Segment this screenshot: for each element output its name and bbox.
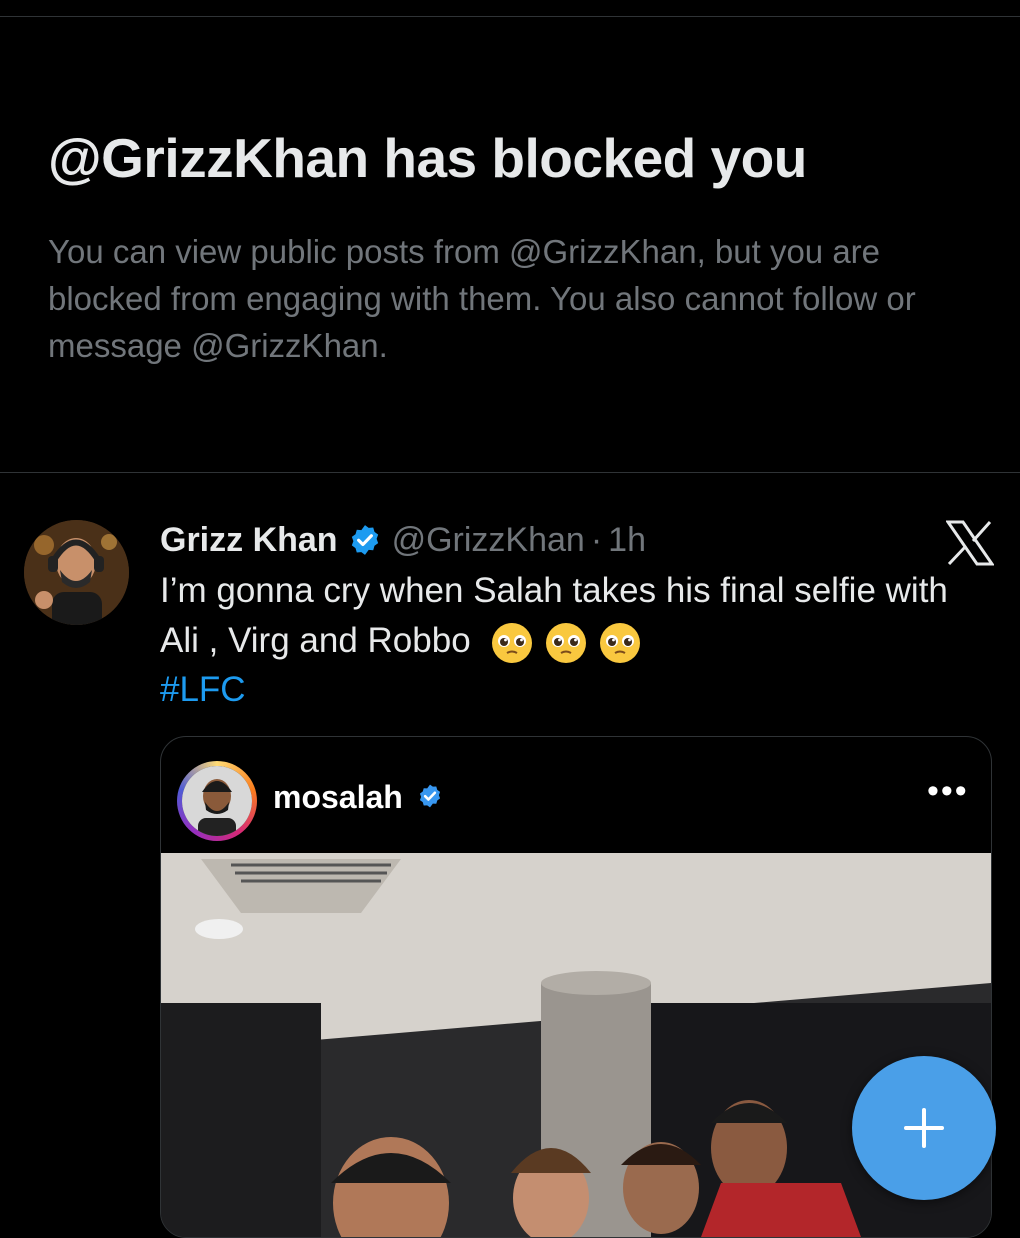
compose-button[interactable] — [852, 1056, 996, 1200]
top-divider — [0, 16, 1020, 17]
author-handle[interactable]: @GrizzKhan — [392, 521, 585, 560]
avatar-illustration — [24, 520, 129, 625]
ig-username[interactable]: mosalah — [273, 779, 403, 816]
block-description: You can view public posts from @GrizzKha… — [48, 233, 916, 364]
x-logo-icon — [945, 520, 995, 566]
ig-verified-icon — [417, 783, 443, 814]
post-text: I’m gonna cry when Salah takes his final… — [160, 566, 980, 666]
pleading-face-icon — [546, 622, 587, 663]
hashtag-link[interactable]: #LFC — [160, 670, 246, 710]
ig-avatar-illustration — [182, 766, 252, 836]
ig-avatar-ring[interactable] — [177, 761, 257, 841]
plus-icon — [904, 1108, 944, 1148]
pleading-face-icon — [492, 622, 533, 663]
post-header: Grizz Khan @GrizzKhan · 1h — [160, 518, 646, 562]
selfie-photo — [161, 853, 991, 1237]
block-title: @GrizzKhan has blocked you — [48, 127, 807, 189]
pleading-face-icon — [600, 622, 641, 663]
post-time[interactable]: 1h — [608, 521, 646, 560]
separator-dot: · — [590, 520, 603, 559]
author-name[interactable]: Grizz Khan — [160, 521, 338, 560]
author-avatar[interactable] — [24, 520, 129, 625]
emoji-group — [490, 621, 642, 665]
ig-avatar — [182, 766, 252, 836]
section-divider — [0, 472, 1020, 473]
verified-badge-icon — [348, 523, 382, 557]
more-options-icon[interactable]: ••• — [927, 774, 969, 808]
